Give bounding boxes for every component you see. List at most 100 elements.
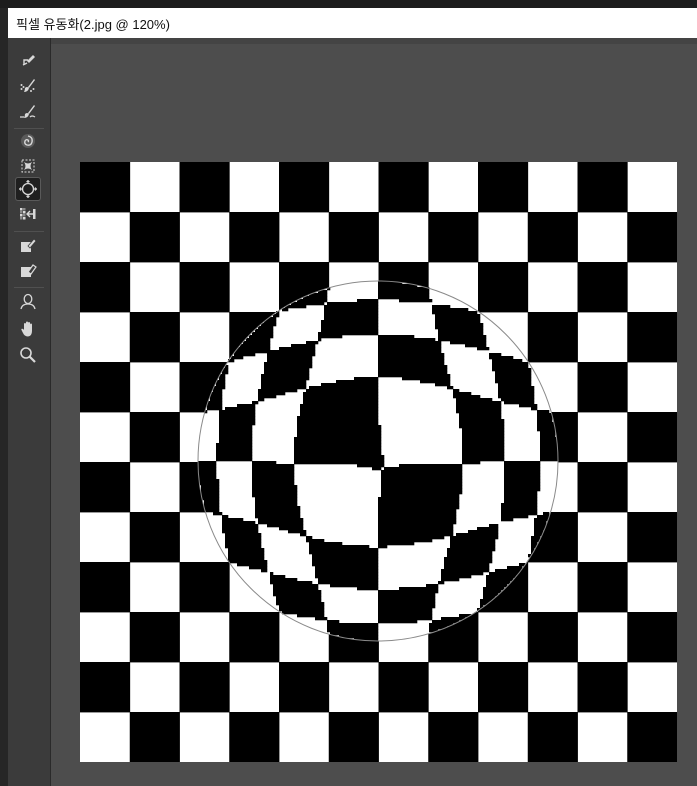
distorted-pixel-run (537, 515, 550, 519)
distorted-pixel-run (270, 572, 274, 576)
checker-square (129, 712, 180, 762)
distorted-pixel-run (225, 545, 262, 549)
distorted-pixel-run (456, 404, 502, 408)
distorted-pixel-run (444, 563, 490, 567)
distorted-pixel-run (300, 407, 379, 411)
distorted-pixel-run (498, 386, 535, 390)
checker-square (129, 412, 180, 463)
distorted-pixel-run (294, 449, 382, 453)
distorted-pixel-run (381, 491, 463, 495)
distorted-pixel-run (381, 488, 463, 492)
distorted-pixel-run (297, 428, 382, 432)
distorted-pixel-run (378, 596, 436, 600)
freeze-mask-tool[interactable] (16, 234, 40, 256)
distorted-pixel-run (537, 422, 556, 426)
distorted-pixel-run (399, 464, 463, 468)
reconstruct-tool[interactable] (16, 74, 40, 96)
distorted-pixel-run (252, 485, 298, 489)
workspace-top-edge (51, 38, 697, 44)
distorted-pixel-run (489, 524, 499, 528)
pucker-tool[interactable] (16, 155, 40, 177)
distorted-pixel-run (378, 506, 460, 510)
distorted-pixel-run (489, 356, 514, 360)
distorted-pixel-run (441, 569, 490, 573)
distorted-pixel-run (462, 452, 505, 456)
distorted-pixel-run (504, 482, 541, 486)
distorted-pixel-run (531, 536, 541, 540)
distorted-pixel-run (534, 521, 547, 525)
distorted-pixel-run (456, 410, 502, 414)
distorted-pixel-run (441, 617, 466, 621)
zoom-tool[interactable] (16, 344, 40, 366)
distorted-pixel-run (378, 356, 445, 360)
bloat-tool[interactable] (15, 177, 41, 201)
checker-square (129, 512, 180, 563)
distorted-pixel-run (255, 500, 298, 504)
distorted-pixel-run (462, 449, 505, 453)
distorted-pixel-run (306, 536, 313, 540)
distorted-pixel-run (462, 455, 505, 459)
distorted-pixel-run (312, 560, 379, 564)
distorted-pixel-run (378, 617, 433, 621)
distorted-pixel-run (201, 497, 220, 501)
smooth-tool[interactable] (16, 100, 40, 122)
checker-square (478, 262, 529, 313)
distorted-pixel-run (381, 494, 460, 498)
distorted-pixel-run (318, 335, 343, 339)
forward-warp-tool[interactable] (16, 48, 40, 70)
distorted-pixel-run (198, 467, 217, 471)
distorted-pixel-run (450, 341, 487, 345)
distorted-pixel-run (489, 572, 520, 576)
distorted-pixel-run (540, 431, 556, 435)
checker-square (527, 312, 578, 363)
distorted-pixel-run (252, 473, 295, 477)
distorted-pixel-run (291, 344, 316, 348)
distorted-pixel-run (378, 362, 445, 366)
image-canvas[interactable] (80, 162, 677, 762)
checker-square (627, 512, 677, 563)
distorted-pixel-run (207, 407, 223, 411)
twirl-clockwise-tool[interactable] (16, 130, 40, 152)
distorted-pixel-run (453, 395, 481, 399)
distorted-pixel-run (540, 455, 559, 459)
distorted-pixel-run (438, 335, 487, 339)
distorted-pixel-run (450, 542, 496, 546)
distorted-pixel-run (267, 524, 304, 528)
toolbar-separator (14, 231, 44, 232)
distorted-pixel-run (378, 344, 442, 348)
distorted-pixel-run (252, 491, 298, 495)
distorted-pixel-run (537, 416, 553, 420)
distorted-pixel-run (225, 533, 262, 537)
push-left-tool[interactable] (16, 203, 40, 225)
bloat-icon (19, 180, 37, 198)
distorted-pixel-run (216, 443, 253, 447)
distorted-pixel-run (213, 386, 226, 390)
distorted-pixel-run (501, 509, 538, 513)
distorted-pixel-run (297, 422, 379, 426)
checker-square (577, 162, 628, 213)
checker-square (378, 662, 429, 713)
distorted-pixel-run (294, 452, 382, 456)
distorted-pixel-run (219, 413, 256, 417)
distorted-pixel-run (378, 533, 454, 537)
distorted-pixel-run (291, 302, 325, 306)
distorted-pixel-run (270, 578, 298, 582)
distorted-pixel-run (267, 359, 313, 363)
distorted-pixel-run (504, 464, 541, 468)
distorted-pixel-run (297, 614, 325, 618)
face-tool[interactable] (16, 290, 40, 312)
distorted-pixel-run (435, 320, 481, 324)
distorted-pixel-run (378, 614, 433, 618)
distorted-pixel-run (492, 365, 529, 369)
thaw-mask-tool[interactable] (16, 259, 40, 281)
distorted-pixel-run (315, 566, 379, 570)
distorted-pixel-run (399, 587, 439, 591)
hand-tool[interactable] (16, 318, 40, 340)
distorted-pixel-run (255, 503, 298, 507)
distorted-pixel-run (378, 371, 448, 375)
distorted-pixel-run (432, 311, 478, 315)
distorted-pixel-run (219, 434, 253, 438)
distorted-pixel-run (504, 467, 541, 471)
distorted-pixel-run (243, 341, 271, 345)
distorted-pixel-run (378, 620, 418, 624)
